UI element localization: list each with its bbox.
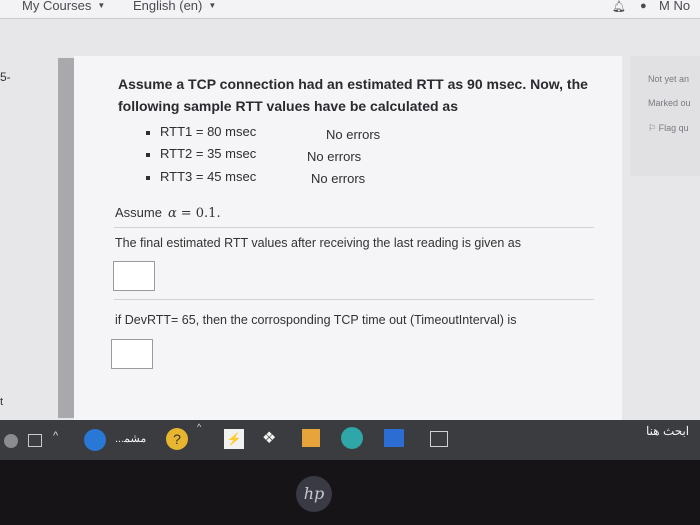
timeout-prompt: if DevRTT= 65, then the corrosponding TC… [115,313,517,327]
rtt2-status: No errors [307,149,362,164]
rtt3-label: RTT3 = 45 msec [160,169,257,184]
user-menu[interactable]: M No [659,0,690,13]
flag-icon: ⚐ [648,123,659,133]
search-label[interactable]: ﺍﺑﺤﺚ ﻫﻨﺎ [646,424,689,438]
question-status: Not yet an [648,74,690,84]
bullet-icon [146,131,150,135]
screen: My Courses ▼ English (en) ▼ 🔔︎ ● M No 5- A… [0,0,700,460]
flag-question-label: Flag qu [658,123,689,133]
divider [114,299,594,300]
settings-icon[interactable] [4,434,18,448]
chevron-down-icon: ▼ [208,1,217,10]
left-margin-text: t [0,396,4,408]
bullet-icon [146,176,150,180]
bell-icon[interactable]: 🔔︎ [612,0,626,13]
weather-text: ...ﻣﺸﻤ [115,433,147,445]
chat-icon[interactable]: ● [640,0,647,12]
timeout-answer-input[interactable] [111,339,153,369]
final-rtt-prompt: The final estimated RTT values after rec… [115,236,521,250]
question-info-panel: Not yet an Marked ou ⚐ Flag qu [630,56,700,176]
flag-question-link[interactable]: ⚐ Flag qu [648,123,689,134]
question-card: Assume a TCP connection had an estimated… [74,56,622,420]
alpha-value: = 0.1. [180,206,221,221]
taskview-icon[interactable] [430,431,448,447]
question-text: Assume a TCP connection had an estimated… [118,73,618,117]
taskbar: ^ ...ﻣﺸﻤ ? ^ ⚡ ❖ ﺍﺑﺤﺚ ﻫﻨﺎ [0,420,700,460]
top-navbar: My Courses ▼ English (en) ▼ 🔔︎ ● M No [0,0,700,19]
hp-logo: hp [296,476,332,512]
app-circle-icon[interactable] [84,429,106,451]
rtt1-status: No errors [326,127,381,142]
question-text-line1: Assume a TCP connection had an estimated… [118,76,588,92]
chevron-up-icon[interactable]: ^ [53,430,58,442]
chevron-down-icon: ▼ [97,1,106,10]
language-menu[interactable]: English (en) ▼ [133,0,216,13]
assume-alpha-text: Assume α = 0.1. [115,205,221,221]
question-marked: Marked ou [648,98,691,108]
app-icon[interactable] [384,429,404,447]
edge-icon[interactable] [341,427,363,449]
question-info-strip [58,58,74,418]
chevron-up-icon[interactable]: ^ [197,422,201,432]
rtt3-status: No errors [311,171,366,186]
question-number: 5- [0,70,11,84]
alpha-symbol: α [167,206,177,221]
assume-label: Assume [115,205,162,220]
dropbox-icon[interactable]: ❖ [262,428,276,448]
display-icon[interactable] [28,434,42,447]
my-courses-menu[interactable]: My Courses ▼ [22,0,105,13]
rtt2-label: RTT2 = 35 msec [160,146,257,161]
bullet-icon [146,153,150,157]
divider [114,227,594,228]
my-courses-label: My Courses [22,0,92,13]
question-text-line2: following sample RTT values have be calc… [118,98,458,114]
store-icon[interactable] [302,429,320,447]
final-rtt-answer-input[interactable] [113,261,155,291]
language-label: English (en) [133,0,203,13]
rtt1-label: RTT1 = 80 msec [160,124,257,139]
power-icon[interactable]: ⚡ [224,429,244,449]
help-icon[interactable]: ? [166,428,188,450]
